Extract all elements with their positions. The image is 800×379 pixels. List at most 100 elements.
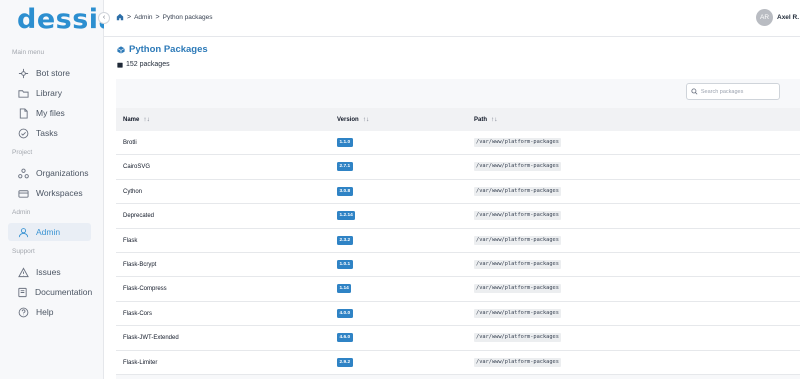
package-name: Flask-Compress — [123, 286, 167, 293]
column-header-path[interactable]: Path ↑↓ — [474, 116, 498, 123]
package-name: CairoSVG — [123, 164, 151, 171]
sidebar-item-label: Workspaces — [36, 188, 83, 198]
table-row[interactable]: Flask-Bcrypt 1.0.1 /var/www/platform-pac… — [116, 253, 800, 278]
sort-icon[interactable]: ↑↓ — [491, 116, 498, 123]
sidebar-item-organizations[interactable]: Organizations — [12, 164, 92, 182]
packages-table-card: Name ↑↓ Version ↑↓ Path ↑↓ Brotli 1.1.0 … — [116, 79, 800, 379]
table-header: Name ↑↓ Version ↑↓ Path ↑↓ — [116, 108, 800, 131]
package-name: Flask-Bcrypt — [123, 262, 157, 268]
page-title-text: Python Packages — [129, 44, 208, 55]
version-badge: 4.6.0 — [337, 333, 353, 343]
package-path: /var/www/platform-packages — [474, 211, 561, 221]
version-badge: 1.0.1 — [337, 260, 353, 269]
breadcrumb: > Admin > Python packages — [116, 13, 213, 21]
package-icon — [117, 45, 125, 54]
table-row[interactable]: Brotli 1.1.0 /var/www/platform-packages — [116, 131, 800, 156]
package-name: Deprecated — [123, 213, 155, 220]
column-header-version[interactable]: Version ↑↓ — [337, 116, 369, 123]
sidebar-item-bot-store[interactable]: Bot store — [12, 64, 92, 82]
sidebar-item-admin[interactable]: Admin — [8, 223, 91, 241]
search-input[interactable] — [700, 88, 779, 95]
package-count: 152 packages — [117, 61, 170, 68]
organizations-icon — [17, 167, 29, 179]
sidebar-item-label: Bot store — [36, 68, 71, 78]
table-row[interactable]: Flask-Cors 4.0.0 /var/www/platform-packa… — [116, 301, 800, 327]
column-label: Version — [337, 116, 359, 123]
table-row[interactable]: Flask-Compress 1.14 /var/www/platform-pa… — [116, 277, 800, 302]
check-circle-icon — [17, 127, 29, 139]
package-count-text: 152 packages — [126, 61, 170, 68]
sidebar-item-label: Tasks — [36, 128, 58, 138]
sidebar-item-documentation[interactable]: Documentation — [12, 283, 92, 301]
workspaces-icon — [17, 187, 29, 199]
sidebar-item-tasks[interactable]: Tasks — [12, 124, 92, 142]
search-icon — [691, 88, 698, 95]
file-icon — [17, 107, 29, 119]
page-title: Python Packages — [117, 44, 208, 55]
package-name: Flask — [123, 237, 138, 244]
breadcrumb-separator: > — [127, 13, 132, 21]
version-badge: 3.0.8 — [337, 186, 353, 196]
sidebar-item-help[interactable]: Help — [12, 303, 92, 321]
package-path: /var/www/platform-packages — [474, 186, 561, 196]
sidebar-item-label: Admin — [36, 227, 61, 237]
version-badge: 2.7.1 — [337, 162, 353, 172]
search-box[interactable] — [686, 83, 780, 100]
avatar[interactable]: AR — [756, 9, 773, 26]
sidebar-item-label: Library — [36, 88, 62, 98]
sidebar-item-label: Issues — [36, 267, 61, 277]
version-badge: 1.2.14 — [337, 211, 356, 221]
sidebar-item-my-files[interactable]: My files — [12, 104, 92, 122]
package-path: /var/www/platform-packages — [474, 138, 561, 147]
bot-store-icon — [17, 67, 29, 79]
package-name: Flask-Limiter — [123, 359, 158, 366]
sidebar-item-workspaces[interactable]: Workspaces — [12, 184, 92, 202]
table-row[interactable]: Flask-Limiter 2.9.2 /var/www/platform-pa… — [116, 350, 800, 375]
sidebar-item-label: Help — [36, 307, 54, 317]
sidebar-item-issues[interactable]: Issues — [12, 263, 92, 281]
package-path: /var/www/platform-packages — [474, 260, 561, 269]
package-path: /var/www/platform-packages — [474, 357, 561, 367]
package-path: /var/www/platform-packages — [474, 308, 561, 318]
breadcrumb-separator: > — [155, 13, 160, 21]
warning-icon — [17, 266, 29, 278]
main-content: Python Packages 152 packages Name ↑↓ Ver… — [104, 37, 800, 379]
user-name[interactable]: Axel R. — [777, 14, 799, 21]
column-header-name[interactable]: Name ↑↓ — [123, 116, 150, 123]
sidebar-collapse-button[interactable]: ‹ — [98, 12, 110, 24]
table-row[interactable]: CairoSVG 2.7.1 /var/www/platform-package… — [116, 155, 800, 180]
sidebar-item-label: Organizations — [36, 168, 89, 178]
column-label: Path — [474, 116, 488, 123]
sidebar: dessia Main menu Bot store Library My fi… — [0, 0, 117, 379]
version-badge: 4.0.0 — [337, 308, 353, 318]
table-row[interactable]: Flask 2.3.2 /var/www/platform-packages — [116, 228, 800, 253]
table-row[interactable]: Cython 3.0.8 /var/www/platform-packages — [116, 179, 800, 205]
top-bar: > Admin > Python packages AR Axel R. — [104, 0, 800, 37]
table-row[interactable]: Flask-JWT-Extended 4.6.0 /var/www/platfo… — [116, 326, 800, 351]
section-label-main-menu: Main menu — [12, 49, 45, 56]
sort-icon[interactable]: ↑↓ — [143, 116, 150, 123]
sidebar-item-label: My files — [36, 108, 65, 118]
package-name: Brotli — [123, 140, 137, 146]
package-name: Cython — [123, 188, 143, 195]
version-badge: 2.3.2 — [337, 235, 353, 245]
version-badge: 1.14 — [337, 284, 352, 294]
sort-icon[interactable]: ↑↓ — [363, 116, 370, 123]
package-name: Flask-JWT-Extended — [123, 335, 179, 342]
table-row[interactable]: Deprecated 1.2.14 /var/www/platform-pack… — [116, 204, 800, 229]
column-label: Name — [123, 116, 140, 123]
section-label-project: Project — [12, 149, 33, 156]
sidebar-item-library[interactable]: Library — [12, 84, 92, 102]
package-name: Flask-Cors — [123, 310, 153, 317]
package-path: /var/www/platform-packages — [474, 333, 561, 343]
breadcrumb-python-packages: Python packages — [162, 13, 213, 21]
admin-icon — [17, 226, 29, 238]
breadcrumb-admin[interactable]: Admin — [134, 14, 152, 21]
box-icon — [117, 62, 123, 68]
book-icon — [17, 286, 28, 298]
section-label-admin: Admin — [12, 209, 31, 216]
version-badge: 2.9.2 — [337, 357, 353, 367]
package-path: /var/www/platform-packages — [474, 235, 561, 245]
home-icon[interactable] — [116, 13, 124, 21]
help-icon — [17, 306, 29, 318]
